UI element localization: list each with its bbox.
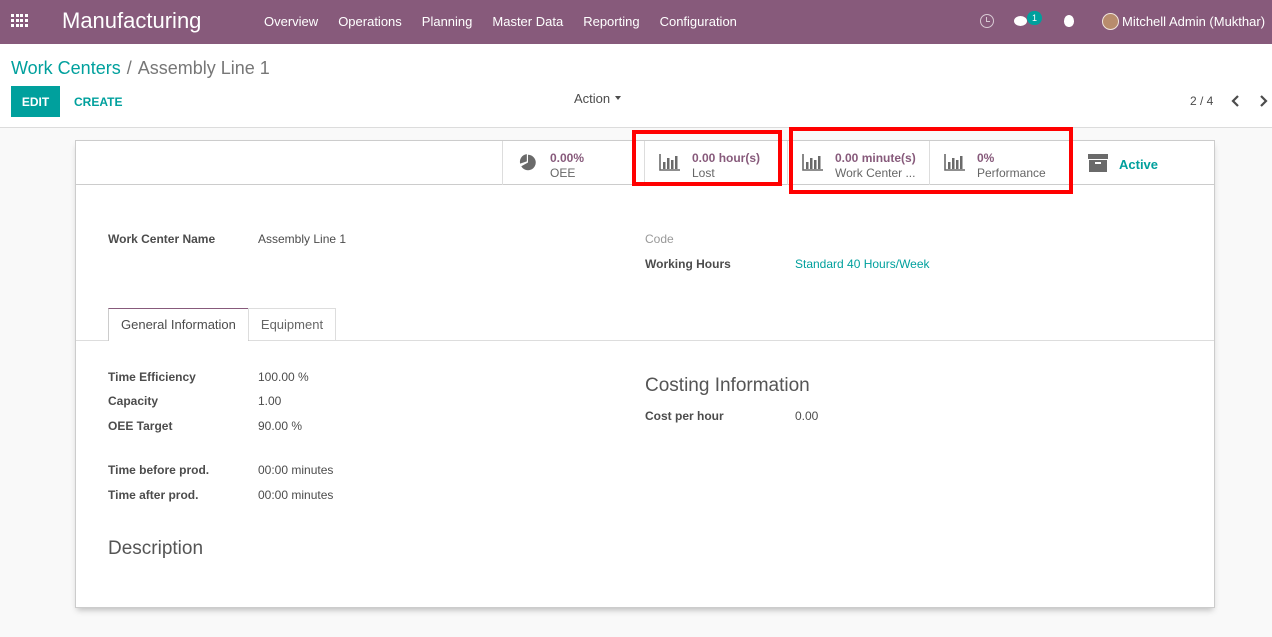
work-center-name-label: Work Center Name bbox=[108, 232, 216, 246]
menu-item-master-data[interactable]: Master Data bbox=[482, 0, 573, 44]
messaging-chat-icon[interactable] bbox=[1014, 16, 1027, 26]
load-label: Work Center ... bbox=[835, 166, 916, 180]
work-center-name-value[interactable]: Assembly Line 1 bbox=[258, 232, 346, 246]
oee-target-value[interactable]: 90.00 % bbox=[258, 419, 302, 433]
lost-label: Lost bbox=[692, 166, 715, 180]
oee-value: 0.00% bbox=[550, 151, 585, 165]
breadcrumb-work-centers[interactable]: Work Centers bbox=[11, 58, 121, 78]
notebook-tabs: General Information Equipment bbox=[108, 308, 337, 341]
time-after-prod-label: Time after prod. bbox=[108, 488, 199, 502]
smart-button-box: 0.00% OEE 0.00 hour(s) Lost 0.00 minute(… bbox=[76, 141, 1214, 185]
oee-label: OEE bbox=[550, 166, 576, 180]
oee-target-unit: % bbox=[291, 419, 303, 433]
debug-bug-icon[interactable] bbox=[1064, 15, 1074, 27]
chevron-right-icon[interactable] bbox=[1258, 95, 1268, 107]
time-efficiency-unit: % bbox=[298, 370, 309, 384]
chat-count-badge: 1 bbox=[1027, 11, 1042, 25]
load-value: 0.00 minute(s) bbox=[835, 151, 916, 165]
bar-chart-icon bbox=[659, 154, 680, 171]
chevron-left-icon[interactable] bbox=[1231, 95, 1241, 107]
description-section-title: Description bbox=[108, 538, 204, 559]
user-menu[interactable]: Mitchell Admin (Mukthar) bbox=[1122, 14, 1265, 29]
time-before-prod-value[interactable]: 00:00 minutes bbox=[258, 463, 333, 477]
time-before-prod-label: Time before prod. bbox=[108, 463, 210, 477]
capacity-value[interactable]: 1.00 bbox=[258, 394, 281, 408]
active-label: Active bbox=[1119, 157, 1159, 172]
time-efficiency-value[interactable]: 100.00 % bbox=[258, 370, 309, 384]
create-button[interactable]: CREATE bbox=[66, 86, 130, 117]
menu-item-overview[interactable]: Overview bbox=[254, 0, 328, 44]
tab-equipment[interactable]: Equipment bbox=[247, 308, 337, 340]
cost-per-hour-label: Cost per hour bbox=[645, 409, 724, 423]
performance-value: 0% bbox=[977, 151, 995, 165]
action-dropdown-label: Action bbox=[574, 91, 611, 106]
archive-icon bbox=[1088, 154, 1108, 172]
active-toggle-button[interactable]: Active bbox=[1071, 141, 1214, 185]
time-efficiency-number: 100.00 bbox=[258, 370, 295, 384]
time-efficiency-label: Time Efficiency bbox=[108, 370, 196, 384]
edit-button[interactable]: EDIT bbox=[11, 86, 60, 117]
activity-clock-icon[interactable] bbox=[980, 14, 994, 28]
performance-label: Performance bbox=[977, 166, 1046, 180]
breadcrumb-current: Assembly Line 1 bbox=[137, 58, 270, 78]
load-stat-button[interactable]: 0.00 minute(s) Work Center ... bbox=[787, 141, 929, 185]
form-sheet: 0.00% OEE 0.00 hour(s) Lost 0.00 minute(… bbox=[75, 140, 1215, 608]
app-brand[interactable]: Manufacturing bbox=[62, 8, 201, 34]
oee-target-number: 90.00 bbox=[258, 419, 289, 433]
working-hours-label: Working Hours bbox=[645, 257, 731, 271]
oee-stat-button[interactable]: 0.00% OEE bbox=[502, 141, 634, 185]
cost-per-hour-value[interactable]: 0.00 bbox=[795, 409, 818, 423]
lost-value: 0.00 hour(s) bbox=[692, 151, 761, 165]
costing-section-title: Costing Information bbox=[645, 375, 810, 396]
menu-item-planning[interactable]: Planning bbox=[412, 0, 483, 44]
time-after-prod-value[interactable]: 00:00 minutes bbox=[258, 488, 333, 502]
working-hours-link[interactable]: Standard 40 Hours/Week bbox=[795, 257, 930, 271]
breadcrumb: Work Centers / Assembly Line 1 bbox=[11, 58, 270, 79]
bar-chart-icon bbox=[802, 154, 823, 171]
menu-item-configuration[interactable]: Configuration bbox=[650, 0, 747, 44]
performance-stat-button[interactable]: 0% Performance bbox=[929, 141, 1071, 185]
lost-stat-button[interactable]: 0.00 hour(s) Lost bbox=[644, 141, 778, 185]
action-dropdown[interactable]: Action bbox=[574, 91, 622, 106]
bar-chart-icon bbox=[944, 154, 965, 171]
control-panel: Work Centers / Assembly Line 1 EDIT CREATE… bbox=[0, 44, 1272, 128]
pager-value[interactable]: 2 / 4 bbox=[1190, 94, 1213, 108]
top-navbar: Manufacturing Overview Operations Planni… bbox=[0, 0, 1272, 44]
menu-item-operations[interactable]: Operations bbox=[328, 0, 412, 44]
breadcrumb-separator: / bbox=[126, 58, 132, 78]
tab-general-information[interactable]: General Information bbox=[108, 308, 249, 341]
main-menu: Overview Operations Planning Master Data… bbox=[254, 0, 747, 44]
menu-item-reporting[interactable]: Reporting bbox=[573, 0, 649, 44]
caret-down-icon bbox=[615, 96, 622, 100]
apps-menu-icon[interactable] bbox=[11, 14, 28, 29]
oee-target-label: OEE Target bbox=[108, 419, 173, 433]
capacity-label: Capacity bbox=[108, 394, 159, 408]
pie-chart-icon bbox=[519, 154, 536, 171]
code-label: Code bbox=[645, 232, 674, 246]
user-avatar[interactable] bbox=[1102, 13, 1119, 30]
